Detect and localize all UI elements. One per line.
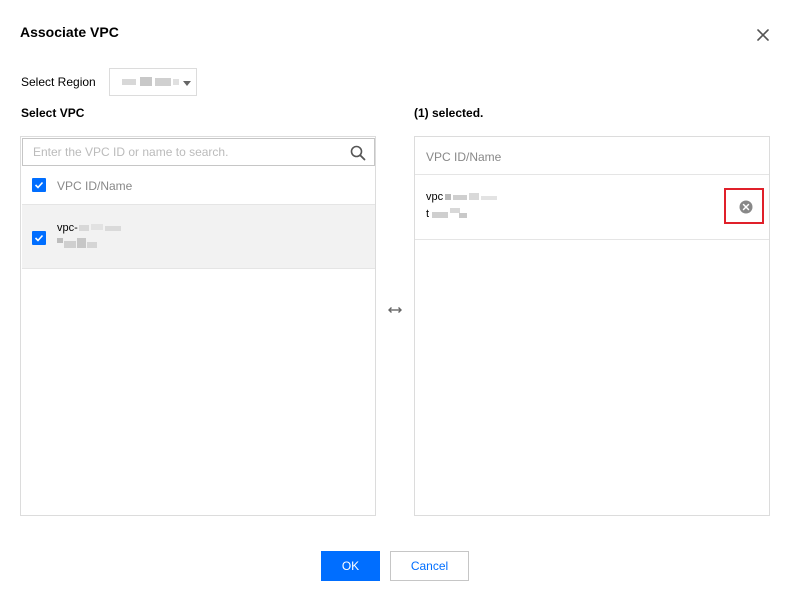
- right-selected-panel: VPC ID/Name vpc t: [414, 136, 770, 516]
- selected-vpc-id-prefix: vpc: [426, 191, 444, 203]
- vpc-search-box[interactable]: [22, 138, 375, 166]
- selected-vpc-id-redacted: [445, 194, 451, 200]
- region-label: Select Region: [21, 75, 96, 89]
- selected-vpc-id: vpc: [426, 191, 443, 203]
- ok-button[interactable]: OK: [321, 551, 380, 581]
- vpc-search-input[interactable]: [23, 139, 353, 165]
- cancel-button[interactable]: Cancel: [390, 551, 469, 581]
- region-value-redacted-3: [155, 78, 171, 86]
- vpc-row-id-redacted-3: [105, 226, 121, 231]
- selected-count-label: (1) selected.: [414, 106, 484, 120]
- selected-vpc-name-prefix: t: [426, 208, 430, 220]
- right-panel-header: VPC ID/Name: [415, 137, 769, 175]
- vpc-row-id-redacted: [79, 225, 89, 231]
- vpc-row-name-redacted-4: [87, 242, 97, 248]
- close-icon[interactable]: [754, 26, 772, 44]
- double-arrow-icon: [386, 303, 404, 315]
- dialog-title: Associate VPC: [20, 24, 119, 40]
- search-icon[interactable]: [350, 145, 366, 161]
- region-value-redacted: [122, 79, 136, 85]
- vpc-row-name-redacted: [57, 238, 63, 243]
- select-vpc-label: Select VPC: [21, 106, 85, 120]
- caret-down-icon: [183, 81, 191, 86]
- region-value-redacted-4: [173, 79, 179, 85]
- region-select[interactable]: [109, 68, 197, 96]
- associate-vpc-dialog: Associate VPC Select Region Select VPC (…: [0, 0, 787, 601]
- selected-vpc-name-redacted-3: [459, 213, 467, 218]
- selected-vpc-id-redacted-4: [481, 196, 497, 200]
- vpc-row-checkbox[interactable]: [32, 231, 46, 245]
- vpc-row-id: vpc-: [57, 222, 78, 234]
- selected-vpc-name-redacted: [432, 212, 448, 218]
- selected-vpc-row: vpc t: [415, 175, 769, 240]
- selected-vpc-name: t: [426, 208, 429, 220]
- left-vpc-panel: VPC ID/Name vpc-: [20, 136, 376, 516]
- check-icon: [34, 181, 44, 189]
- vpc-row-id-prefix: vpc-: [57, 222, 78, 234]
- vpc-row-id-redacted-2: [91, 224, 103, 230]
- remove-highlight-box: [724, 188, 764, 224]
- right-column-header: VPC ID/Name: [426, 150, 502, 164]
- check-icon: [34, 234, 44, 242]
- remove-circle-icon[interactable]: [739, 200, 753, 214]
- selected-vpc-id-redacted-2: [453, 195, 467, 200]
- vpc-row[interactable]: vpc-: [22, 204, 375, 269]
- left-column-header: VPC ID/Name: [57, 179, 133, 193]
- vpc-row-name-redacted-2: [64, 241, 76, 248]
- region-value-redacted-2: [140, 77, 152, 86]
- selected-vpc-id-redacted-3: [469, 193, 479, 200]
- vpc-row-name-redacted-3: [77, 238, 86, 248]
- select-all-checkbox[interactable]: [32, 178, 46, 192]
